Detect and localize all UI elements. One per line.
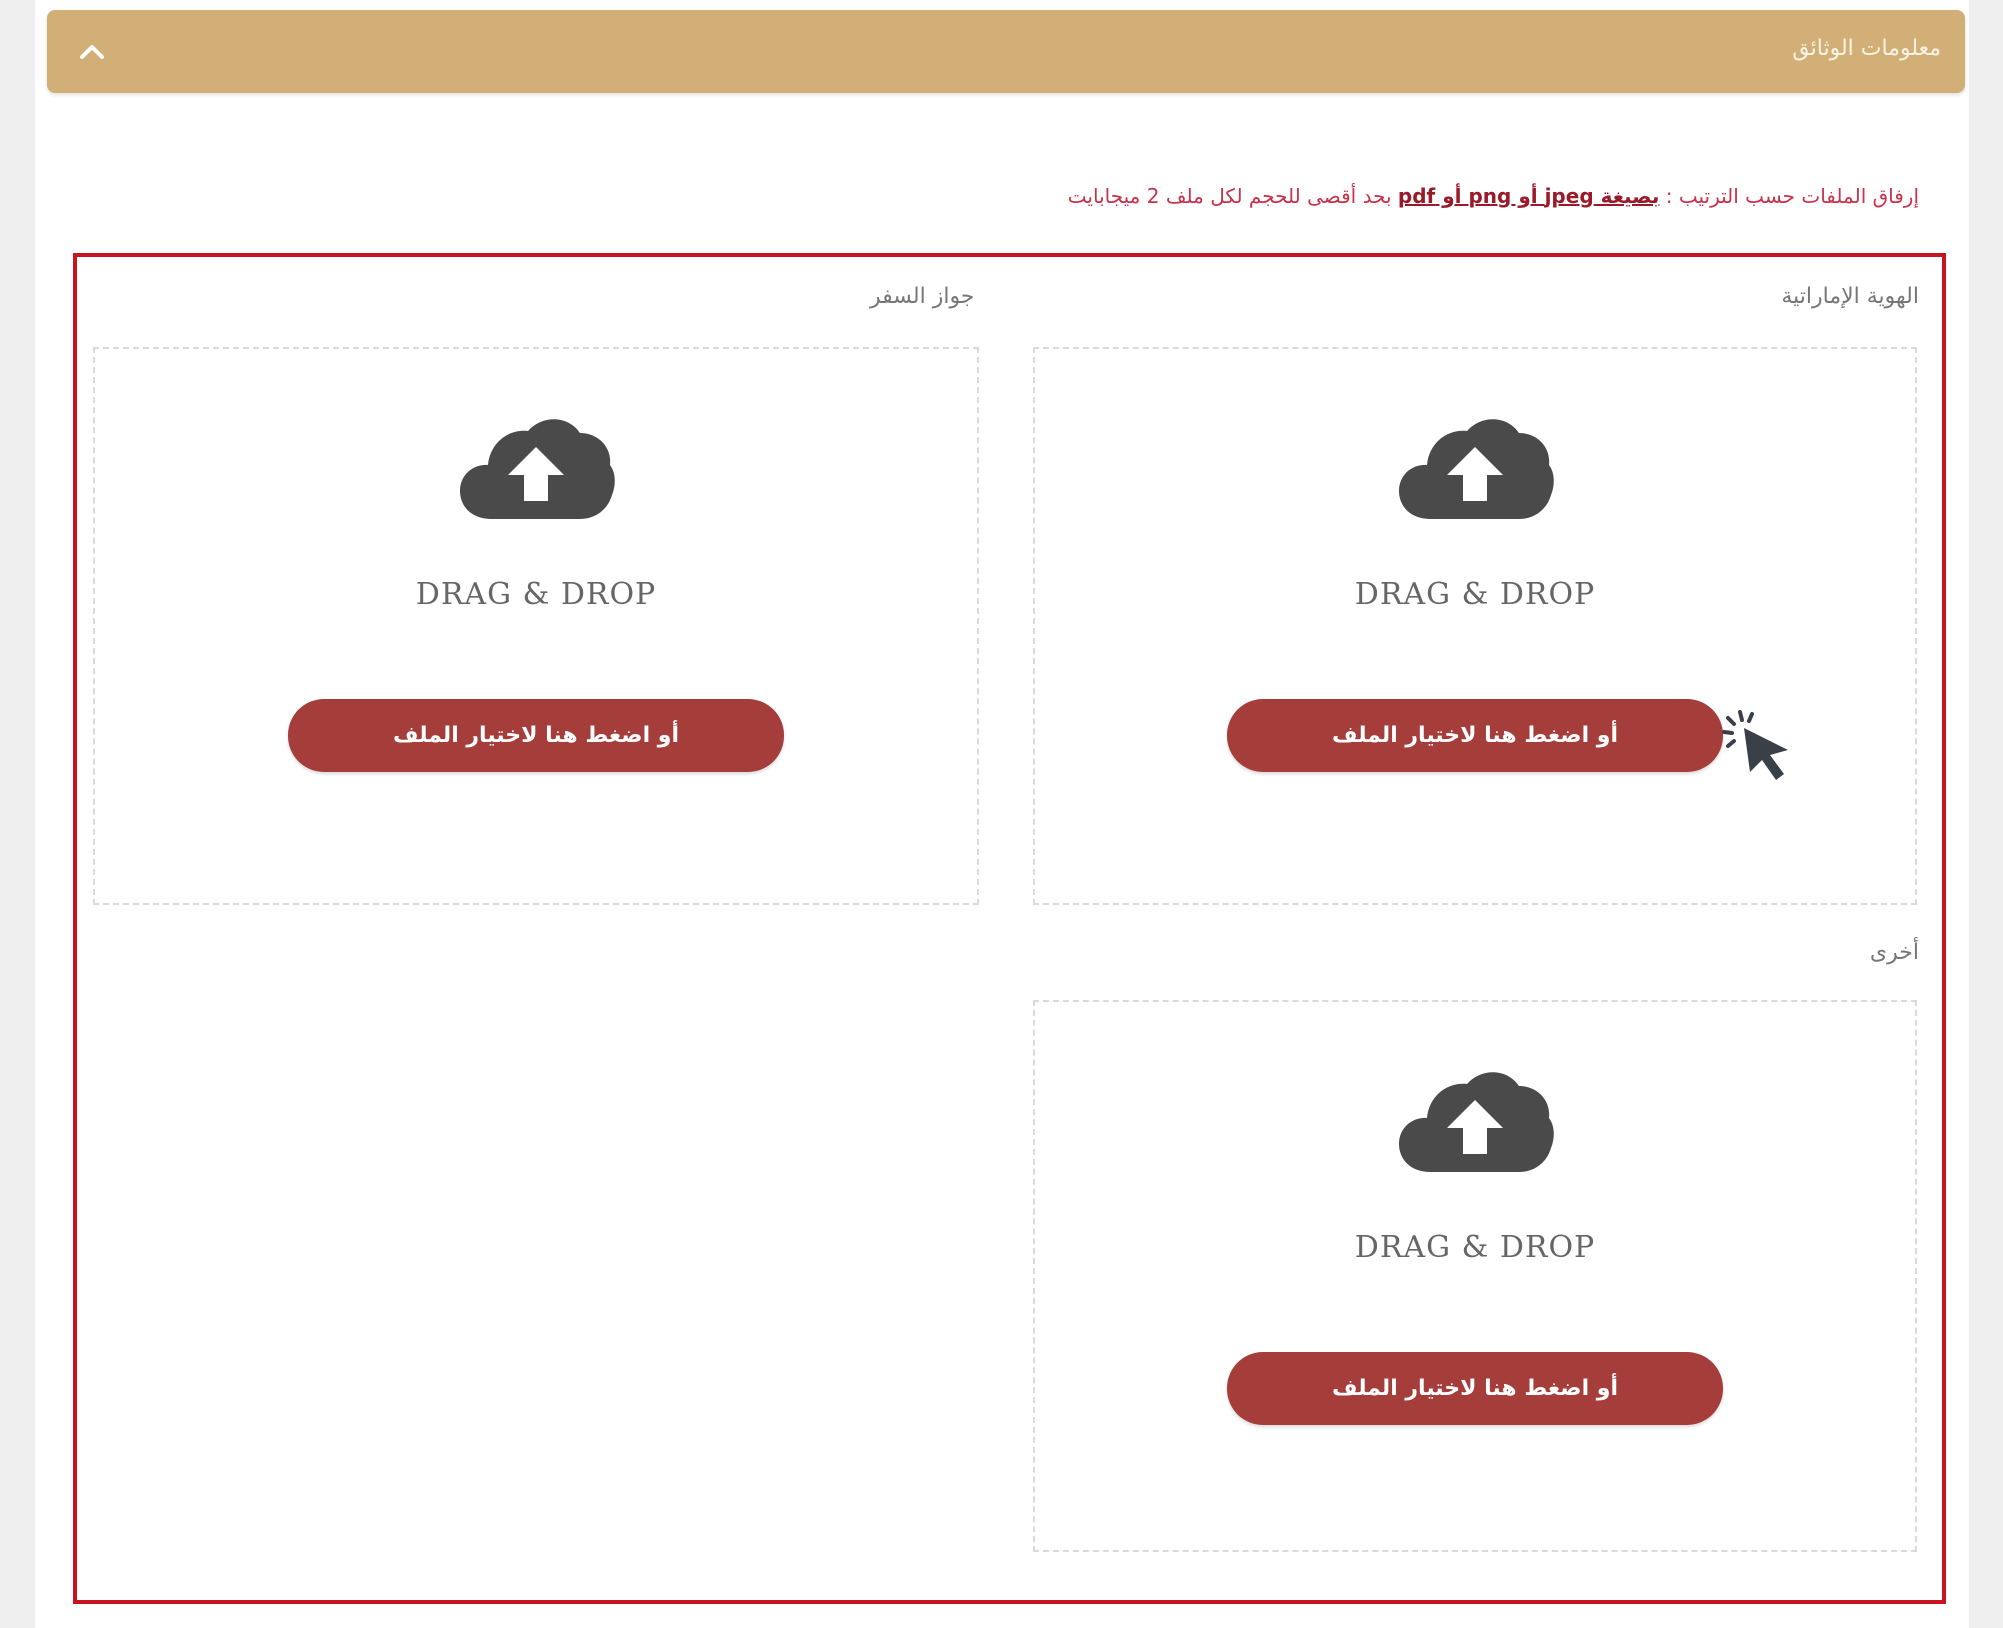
instruction-suffix: بحد أقصى للحجم لكل ملف 2 ميجابايت [1067, 184, 1398, 208]
drag-drop-text: DRAG & DROP [1354, 577, 1596, 612]
section-title: معلومات الوثائق [1792, 36, 1941, 61]
cloud-upload-icon [1399, 1072, 1554, 1172]
browse-file-button[interactable]: أو اضغط هنا لاختيار الملف [1227, 1352, 1723, 1425]
label-other: أخرى [1869, 940, 1919, 965]
upload-instructions: إرفاق الملفات حسب الترتيب : بصيغة jpeg أ… [1068, 184, 1919, 208]
drag-drop-text: DRAG & DROP [1354, 1230, 1596, 1265]
chevron-up-icon[interactable] [75, 35, 109, 69]
dropzone-other[interactable]: DRAG & DROP أو اضغط هنا لاختيار الملف [1033, 1000, 1917, 1552]
drag-drop-text: DRAG & DROP [415, 577, 657, 612]
page: معلومات الوثائق إرفاق الملفات حسب الترتي… [0, 0, 2003, 1628]
dropzone-emirates-id[interactable]: DRAG & DROP أو اضغط هنا لاختيار الملف [1033, 347, 1917, 905]
browse-file-button[interactable]: أو اضغط هنا لاختيار الملف [1227, 699, 1723, 772]
instruction-file-types: بصيغة jpeg أو png أو pdf [1397, 184, 1660, 208]
cloud-upload-icon [460, 419, 615, 519]
dropzone-passport[interactable]: DRAG & DROP أو اضغط هنا لاختيار الملف [93, 347, 979, 905]
cloud-upload-icon [1399, 419, 1554, 519]
label-emirates-id: الهوية الإماراتية [1781, 284, 1919, 309]
click-cursor-icon [1722, 710, 1788, 780]
section-header[interactable]: معلومات الوثائق [47, 10, 1965, 93]
label-passport: جواز السفر [870, 284, 975, 309]
browse-file-button[interactable]: أو اضغط هنا لاختيار الملف [288, 699, 784, 772]
instruction-prefix: إرفاق الملفات حسب الترتيب : [1659, 184, 1919, 208]
